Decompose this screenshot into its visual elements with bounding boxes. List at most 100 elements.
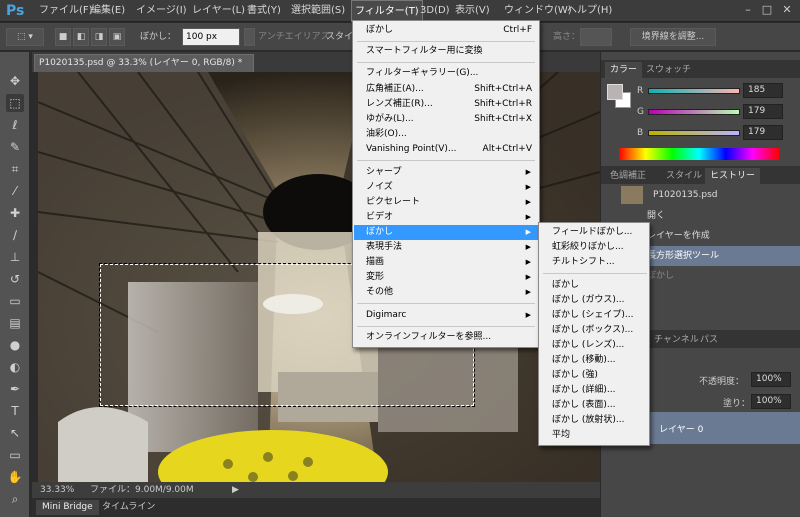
- tab-adjustments[interactable]: 色調補正: [605, 168, 651, 184]
- fill-input[interactable]: 100%: [751, 394, 791, 409]
- menu-item-digimarc[interactable]: Digimarc ▶: [354, 308, 538, 323]
- menu-item-pixelate[interactable]: ピクセレート ▶: [354, 195, 538, 210]
- layer-name[interactable]: レイヤー 0: [659, 422, 703, 435]
- quick-select-icon[interactable]: ✎: [6, 138, 24, 156]
- gradient-icon[interactable]: ▤: [6, 314, 24, 332]
- restore-icon[interactable]: □: [760, 4, 774, 16]
- blue-slider[interactable]: [648, 130, 740, 136]
- minimize-icon[interactable]: –: [741, 4, 755, 16]
- blue-value[interactable]: 179: [743, 125, 783, 140]
- menu-item-noise[interactable]: ノイズ ▶: [354, 180, 538, 195]
- menu-item-video[interactable]: ビデオ ▶: [354, 210, 538, 225]
- menu-select[interactable]: 選択範囲(S): [288, 0, 348, 22]
- zoom-icon[interactable]: ⌕: [6, 490, 24, 508]
- green-slider[interactable]: [648, 109, 740, 115]
- rectangular-marquee-icon[interactable]: ⬚: [6, 94, 24, 112]
- tab-paths[interactable]: パス: [695, 332, 723, 348]
- pen-icon[interactable]: ✒: [6, 380, 24, 398]
- tab-history[interactable]: ヒストリー: [705, 168, 761, 184]
- antialias-checkbox[interactable]: [244, 28, 255, 46]
- clone-stamp-icon[interactable]: ⊥: [6, 248, 24, 266]
- menu-item-field-blur[interactable]: フィールドぼかし...: [540, 225, 648, 240]
- menu-type[interactable]: 書式(Y): [244, 0, 284, 22]
- menu-file[interactable]: ファイル(F): [36, 0, 96, 22]
- eraser-icon[interactable]: ▭: [6, 292, 24, 310]
- tab-timeline[interactable]: タイムライン: [96, 500, 161, 515]
- move-tool-icon[interactable]: ✥: [6, 72, 24, 90]
- foreground-color-swatch[interactable]: [607, 84, 623, 100]
- intersect-selection-icon[interactable]: ▣: [109, 28, 125, 46]
- close-icon[interactable]: ✕: [780, 4, 794, 16]
- feather-input[interactable]: 100 px: [182, 28, 240, 46]
- menu-layer[interactable]: レイヤー(L): [189, 0, 248, 22]
- marquee-preset-icon[interactable]: ⬚ ▾: [6, 28, 44, 46]
- color-spectrum[interactable]: [619, 148, 779, 160]
- history-brush-icon[interactable]: ↺: [6, 270, 24, 288]
- menu-item-lens-correction[interactable]: レンズ補正(R)... Shift+Ctrl+R: [354, 97, 538, 112]
- menu-separator: [357, 303, 535, 304]
- type-icon[interactable]: T: [6, 402, 24, 420]
- menu-item-stylize[interactable]: 表現手法 ▶: [354, 240, 538, 255]
- tab-styles[interactable]: スタイル: [661, 168, 707, 184]
- menu-item-vanishing-point[interactable]: Vanishing Point(V)... Alt+Ctrl+V: [354, 142, 538, 157]
- lasso-icon[interactable]: ℓ: [6, 116, 24, 134]
- status-menu-arrow-icon[interactable]: ▶: [232, 482, 239, 498]
- opacity-input[interactable]: 100%: [751, 372, 791, 387]
- healing-brush-icon[interactable]: ✚: [6, 204, 24, 222]
- menu-item-iris-blur[interactable]: 虹彩絞りぼかし...: [540, 240, 648, 255]
- brush-icon[interactable]: ∕: [6, 226, 24, 244]
- tab-color[interactable]: カラー: [605, 62, 643, 78]
- menu-image[interactable]: イメージ(I): [133, 0, 190, 22]
- dodge-icon[interactable]: ◐: [6, 358, 24, 376]
- hand-icon[interactable]: ✋: [6, 468, 24, 486]
- blur-tool-icon[interactable]: ●: [6, 336, 24, 354]
- height-input[interactable]: [580, 28, 612, 46]
- menu-item-oil-paint[interactable]: 油彩(O)...: [354, 127, 538, 142]
- eyedropper-icon[interactable]: ⁄: [6, 182, 24, 200]
- menu-filter[interactable]: フィルター(T): [351, 0, 423, 22]
- subtract-selection-icon[interactable]: ◨: [91, 28, 107, 46]
- menu-item-box-blur[interactable]: ぼかし (ボックス)...: [540, 323, 648, 338]
- menu-help[interactable]: ヘルプ(H): [564, 0, 615, 22]
- menu-3d[interactable]: 3D(D): [417, 0, 453, 22]
- menu-item-adaptive-wide-angle[interactable]: 広角補正(A)... Shift+Ctrl+A: [354, 82, 538, 97]
- menu-item-sharpen[interactable]: シャープ ▶: [354, 165, 538, 180]
- menu-item-smart-filter[interactable]: スマートフィルター用に変換: [354, 44, 538, 59]
- tab-mini-bridge[interactable]: Mini Bridge: [36, 500, 99, 515]
- menu-item-other[interactable]: その他 ▶: [354, 285, 538, 300]
- menu-item-filter-gallery[interactable]: フィルターギャラリー(G)...: [354, 66, 538, 81]
- menu-view[interactable]: 表示(V): [452, 0, 493, 22]
- menu-item-tilt-shift[interactable]: チルトシフト...: [540, 255, 648, 270]
- tab-swatches[interactable]: スウォッチ: [641, 62, 696, 78]
- menu-item-blur-simple[interactable]: ぼかし: [540, 278, 648, 293]
- menu-item-motion-blur[interactable]: ぼかし (移動)...: [540, 353, 648, 368]
- menu-item-average[interactable]: 平均: [540, 428, 648, 443]
- rectangle-shape-icon[interactable]: ▭: [6, 446, 24, 464]
- red-slider[interactable]: [648, 88, 740, 94]
- document-tab[interactable]: P1020135.psd @ 33.3% (レイヤー 0, RGB/8) *: [34, 54, 254, 72]
- crop-icon[interactable]: ⌗: [6, 160, 24, 178]
- zoom-level[interactable]: 33.33%: [40, 482, 74, 498]
- refine-edge-button[interactable]: 境界線を調整...: [630, 28, 716, 46]
- menu-item-gaussian-blur[interactable]: ぼかし (ガウス)...: [540, 293, 648, 308]
- new-selection-icon[interactable]: ■: [55, 28, 71, 46]
- path-select-icon[interactable]: ↖: [6, 424, 24, 442]
- menu-item-distort[interactable]: 変形 ▶: [354, 270, 538, 285]
- menu-item-last-filter[interactable]: ぼかし Ctrl+F: [354, 23, 538, 38]
- menu-item-render[interactable]: 描画 ▶: [354, 255, 538, 270]
- opacity-label: 不透明度：: [699, 377, 745, 387]
- menu-item-liquify[interactable]: ゆがみ(L)... Shift+Ctrl+X: [354, 112, 538, 127]
- menu-edit[interactable]: 編集(E): [88, 0, 128, 22]
- menu-item-shape-blur[interactable]: ぼかし (シェイプ)...: [540, 308, 648, 323]
- menu-item-lens-blur[interactable]: ぼかし (レンズ)...: [540, 338, 648, 353]
- menu-item-blur[interactable]: ぼかし ▶: [354, 225, 538, 240]
- snapshot-name[interactable]: P1020135.psd: [653, 190, 718, 200]
- menu-item-surface-blur[interactable]: ぼかし (表面)...: [540, 398, 648, 413]
- menu-item-radial-blur[interactable]: ぼかし (放射状)...: [540, 413, 648, 428]
- menu-item-browse-online[interactable]: オンラインフィルターを参照...: [354, 330, 538, 345]
- add-selection-icon[interactable]: ◧: [73, 28, 89, 46]
- red-value[interactable]: 185: [743, 83, 783, 98]
- green-value[interactable]: 179: [743, 104, 783, 119]
- menu-item-smart-blur[interactable]: ぼかし (詳細)...: [540, 383, 648, 398]
- menu-item-blur-more[interactable]: ぼかし (強): [540, 368, 648, 383]
